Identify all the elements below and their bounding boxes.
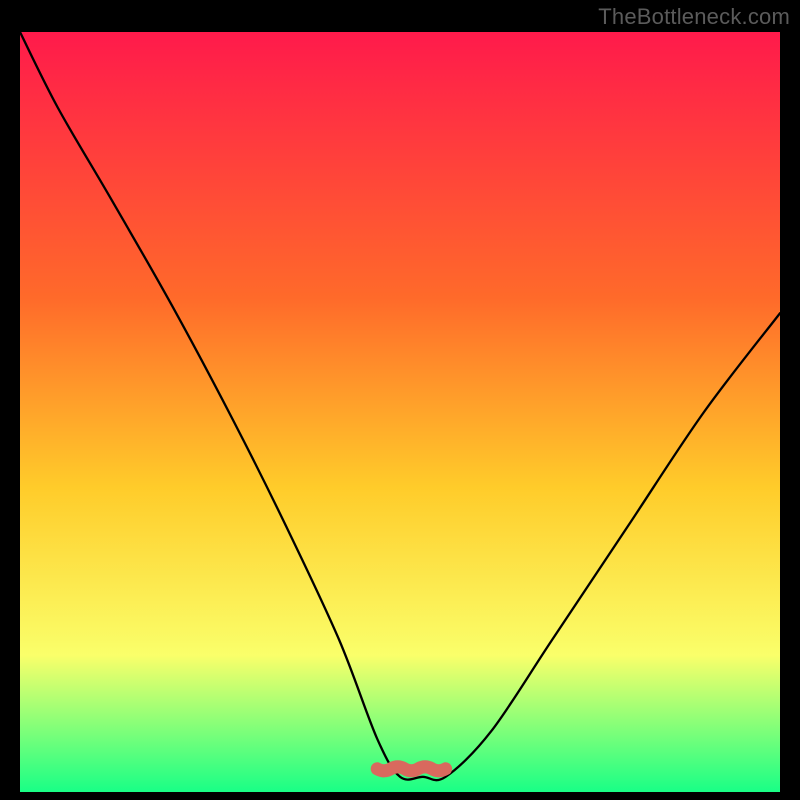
chart-svg — [20, 32, 780, 792]
chart-plot-area — [20, 32, 780, 792]
chart-frame: TheBottleneck.com — [0, 0, 800, 800]
bottleneck-plateau-marker — [377, 767, 445, 771]
watermark-text: TheBottleneck.com — [598, 4, 790, 30]
gradient-background — [20, 32, 780, 792]
